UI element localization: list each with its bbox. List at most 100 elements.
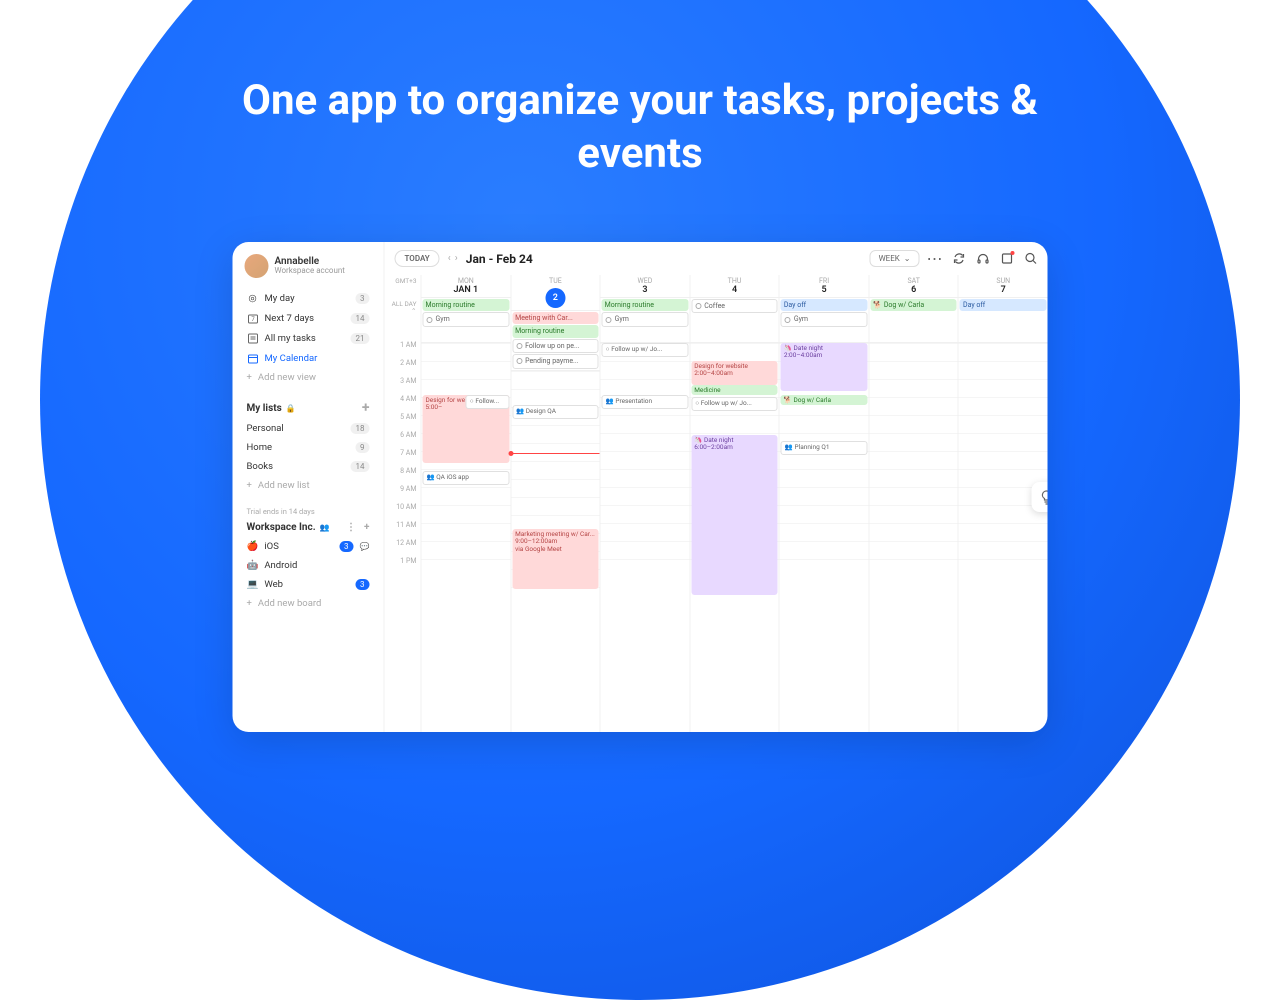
day-column[interactable]: SAT6🐕 Dog w/ Carla [868, 275, 958, 732]
day-number: JAN 1 [422, 285, 511, 295]
calendar-event[interactable]: ○ Follow up w/ Jo... [691, 397, 778, 411]
hours-area[interactable] [959, 343, 1048, 732]
checkbox-icon[interactable] [695, 303, 701, 309]
more-icon[interactable]: ⋯ [928, 252, 942, 266]
nav-all-tasks[interactable]: All my tasks 21 [241, 328, 376, 348]
search-icon[interactable] [1024, 252, 1038, 266]
day-column[interactable]: THU4CoffeeDesign for website2:00–4:00amM… [689, 275, 779, 732]
checkbox-icon[interactable] [427, 317, 433, 323]
allday-area[interactable]: Morning routineGym [422, 297, 511, 343]
chevron-up-icon[interactable]: ⌃ [411, 307, 416, 315]
board-ios[interactable]: 🍎 iOS 3 💬 [241, 537, 376, 556]
calendar-event[interactable]: Gym [423, 312, 510, 326]
allday-area[interactable]: Coffee [690, 297, 779, 343]
app-window: Annabelle Workspace account ◎ My day 3 7… [233, 242, 1048, 732]
date-nav: ‹ › [448, 253, 458, 264]
board-label: iOS [264, 541, 279, 552]
allday-area[interactable]: Morning routineGym [601, 297, 690, 343]
calendar-event[interactable]: Day off [960, 299, 1047, 311]
more-icon[interactable]: ⋮ [346, 522, 356, 533]
count-badge: 3 [355, 293, 370, 304]
allday-area[interactable]: Day off [959, 297, 1048, 343]
day-of-week: THU [690, 277, 779, 285]
calendar-event[interactable]: Marketing meeting w/ Car...9:00–12:00amv… [512, 529, 599, 589]
hours-area[interactable]: Design for website2:00–4:00amMedicine ○ F… [690, 343, 779, 732]
allday-label: ALL DAY ⌃ [385, 299, 417, 317]
nav-my-calendar[interactable]: My Calendar [241, 348, 376, 368]
nav-next-7-days[interactable]: 7 Next 7 days 14 [241, 308, 376, 328]
checkbox-icon[interactable] [606, 317, 612, 323]
add-board-plus[interactable]: + [364, 522, 369, 533]
add-new-list[interactable]: + Add new list [241, 476, 376, 495]
list-books[interactable]: Books 14 [241, 457, 376, 476]
calendar-event[interactable]: 🦄 Date night2:00–4:00am [781, 343, 868, 391]
target-icon: ◎ [247, 292, 259, 304]
nav-my-day[interactable]: ◎ My day 3 [241, 288, 376, 308]
calendar-event[interactable]: Gym [781, 312, 868, 326]
hours-area[interactable]: Design for website5:00–○ Follow...👥 QA i… [422, 343, 511, 732]
calendar-event[interactable]: ○ Follow up w/ Jo... [602, 343, 689, 357]
hint-bulb-button[interactable] [1032, 482, 1048, 512]
allday-area[interactable]: Day offGym [780, 297, 869, 343]
plus-icon: + [247, 598, 252, 609]
allday-area[interactable]: Meeting with Car...Morning routine Follow… [511, 310, 600, 371]
calendar-event[interactable]: Coffee [691, 299, 778, 313]
checkbox-icon[interactable] [785, 317, 791, 323]
today-button[interactable]: TODAY [395, 250, 440, 267]
calendar-event[interactable]: 👥 Presentation [602, 395, 689, 409]
notification-icon[interactable] [1000, 252, 1014, 266]
allday-area[interactable]: 🐕 Dog w/ Carla [869, 297, 958, 343]
hours-area[interactable]: ○ Follow up w/ Jo... 👥 Presentation [601, 343, 690, 732]
checkbox-icon[interactable] [516, 343, 522, 349]
calendar-event[interactable]: ○ Follow... [466, 395, 509, 409]
day-column[interactable]: WED3Morning routineGym○ Follow up w/ Jo.… [600, 275, 690, 732]
calendar-event[interactable]: Meeting with Car... [512, 312, 599, 324]
calendar-event[interactable]: Pending payme... [512, 354, 599, 368]
hour-label: 1 AM [385, 339, 417, 357]
calendar-event[interactable]: Morning routine [423, 299, 510, 311]
calendar-event[interactable]: Day off [781, 299, 868, 311]
workspace-header[interactable]: Workspace Inc. 👥 ⋮ + [241, 518, 376, 537]
calendar-event[interactable]: 🦄 Date night6:00–2:00am [691, 435, 778, 595]
checkbox-icon[interactable] [516, 358, 522, 364]
list-home[interactable]: Home 9 [241, 438, 376, 457]
prev-arrow[interactable]: ‹ [448, 253, 451, 264]
board-android[interactable]: 🤖 Android [241, 556, 376, 575]
view-label: WEEK [879, 254, 900, 263]
day-column[interactable]: TUE2Meeting with Car...Morning routineFo… [510, 275, 600, 732]
my-lists-header: My lists 🔒 + [241, 397, 376, 419]
hour-label: 5 AM [385, 411, 417, 429]
now-indicator [511, 453, 600, 454]
day-column[interactable]: FRI5Day offGym🦄 Date night2:00–4:00am🐕 D… [779, 275, 869, 732]
list-personal[interactable]: Personal 18 [241, 419, 376, 438]
calendar-event[interactable]: 👥 Planning Q1 [781, 441, 868, 455]
next-arrow[interactable]: › [455, 253, 458, 264]
add-new-board[interactable]: + Add new board [241, 594, 376, 613]
add-list-plus[interactable]: + [362, 401, 370, 415]
user-profile[interactable]: Annabelle Workspace account [241, 252, 376, 280]
calendar-event[interactable]: 👥 Design QA [512, 405, 599, 419]
hours-area[interactable] [869, 343, 958, 732]
count-badge: 14 [351, 461, 370, 472]
calendar-event[interactable]: Medicine [691, 385, 778, 395]
list-label: Books [247, 461, 273, 472]
hours-area[interactable]: 🦄 Date night2:00–4:00am 🐕 Dog w/ Carla 👥 P… [780, 343, 869, 732]
day-column[interactable]: MONJAN 1Morning routineGymDesign for web… [421, 275, 511, 732]
sync-icon[interactable] [952, 252, 966, 266]
add-new-view[interactable]: + Add new view [241, 368, 376, 387]
calendar-event[interactable]: 🐕 Dog w/ Carla [781, 395, 868, 405]
calendar-event[interactable]: Gym [602, 312, 689, 326]
headphones-icon[interactable] [976, 252, 990, 266]
calendar-event[interactable]: Morning routine [512, 325, 599, 337]
calendar-event[interactable]: Follow up on pe... [512, 339, 599, 353]
nav-label: My Calendar [265, 353, 318, 364]
view-selector[interactable]: WEEK ⌄ [870, 250, 920, 267]
calendar-event[interactable]: Morning routine [602, 299, 689, 311]
board-web[interactable]: 💻 Web 3 [241, 575, 376, 594]
calendar-event[interactable]: Design for website2:00–4:00am [691, 361, 778, 385]
calendar-event[interactable]: 👥 QA iOS app [423, 471, 510, 485]
count-badge: 21 [351, 333, 370, 344]
calendar-event[interactable]: 🐕 Dog w/ Carla [870, 299, 957, 311]
nav-label: All my tasks [265, 333, 316, 344]
hours-area[interactable]: 👥 Design QA Marketing meeting w/ Car...9:… [511, 371, 600, 732]
